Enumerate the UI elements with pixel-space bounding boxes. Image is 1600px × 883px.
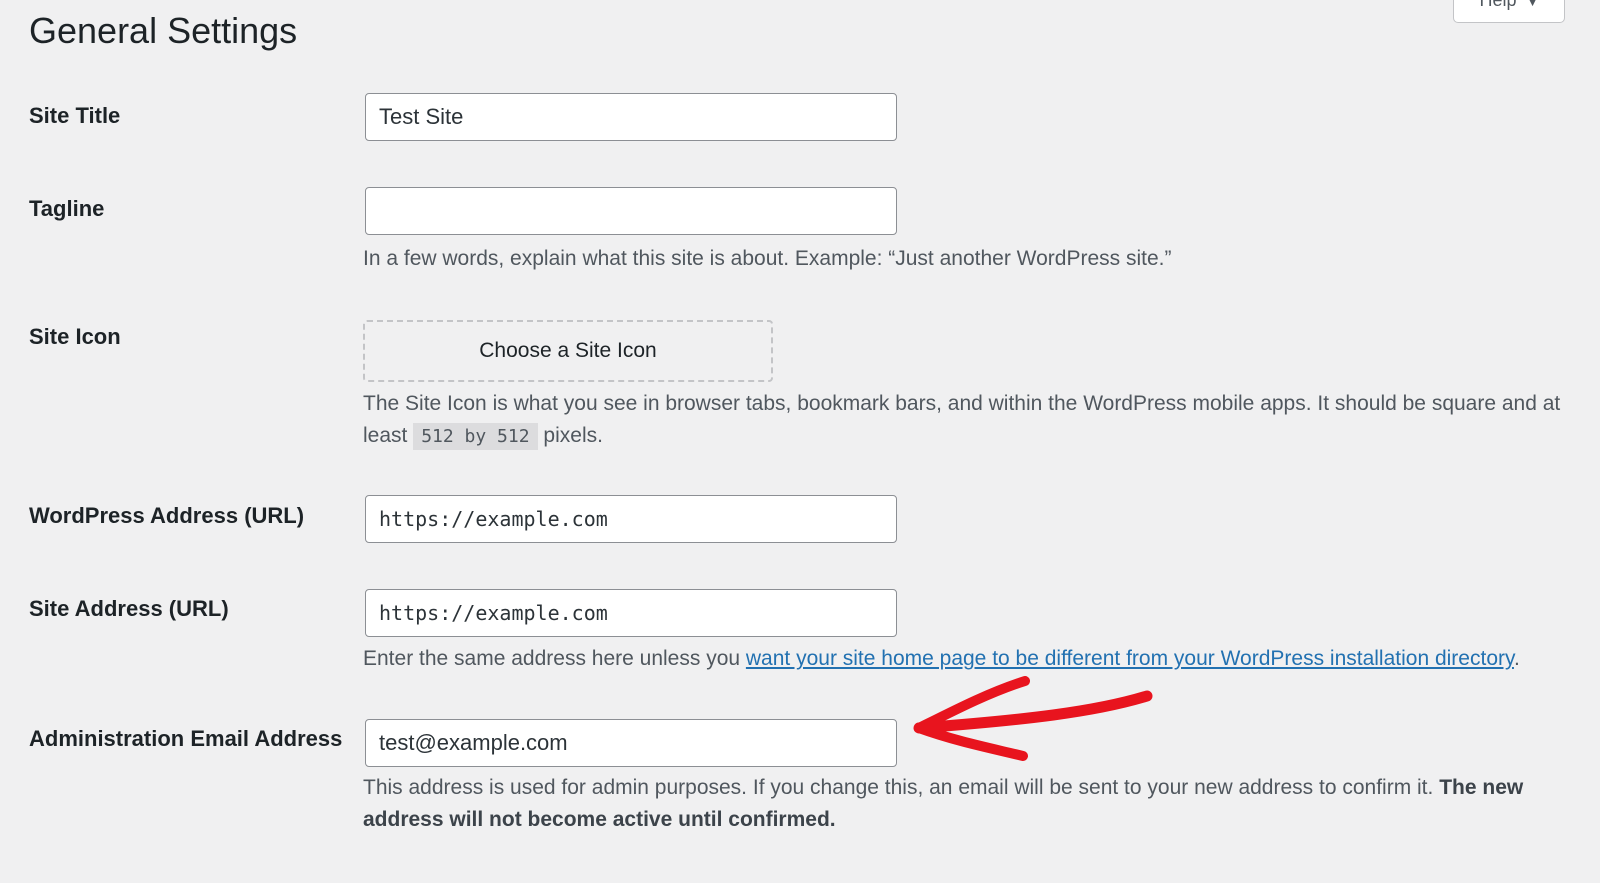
help-tab-button[interactable]: Help ▼ xyxy=(1453,0,1565,23)
site-icon-description-end: pixels. xyxy=(543,424,603,447)
choose-site-icon-button[interactable]: Choose a Site Icon xyxy=(363,320,773,382)
install-directory-link[interactable]: want your site home page to be different… xyxy=(746,647,1514,670)
admin-email-description-text: This address is used for admin purposes.… xyxy=(363,776,1434,799)
page-title: General Settings xyxy=(29,10,298,51)
site-address-input[interactable] xyxy=(365,589,897,637)
help-label: Help xyxy=(1479,0,1517,10)
admin-email-label: Administration Email Address xyxy=(29,726,343,751)
site-icon-size-code: 512 by 512 xyxy=(413,423,538,450)
site-address-description-text: Enter the same address here unless you xyxy=(363,647,741,670)
admin-email-input[interactable] xyxy=(365,719,897,767)
tagline-input[interactable] xyxy=(365,187,897,235)
wordpress-address-label: WordPress Address (URL) xyxy=(29,503,305,528)
site-icon-description: The Site Icon is what you see in browser… xyxy=(363,388,1563,453)
tagline-label: Tagline xyxy=(29,196,105,221)
site-title-label: Site Title xyxy=(29,103,121,128)
tagline-description: In a few words, explain what this site i… xyxy=(363,247,1172,270)
admin-email-description: This address is used for admin purposes.… xyxy=(363,772,1543,836)
settings-page: Help ▼ General Settings Site Title Tagli… xyxy=(0,0,1600,883)
caret-down-icon: ▼ xyxy=(1526,0,1539,9)
site-address-description-end: . xyxy=(1513,647,1520,670)
wordpress-address-input[interactable] xyxy=(365,495,897,543)
site-address-label: Site Address (URL) xyxy=(29,596,229,621)
site-icon-label: Site Icon xyxy=(29,324,121,349)
site-address-description: Enter the same address here unless you w… xyxy=(363,643,1583,675)
red-annotation-arrow-icon xyxy=(913,676,1153,761)
site-title-input[interactable] xyxy=(365,93,897,141)
